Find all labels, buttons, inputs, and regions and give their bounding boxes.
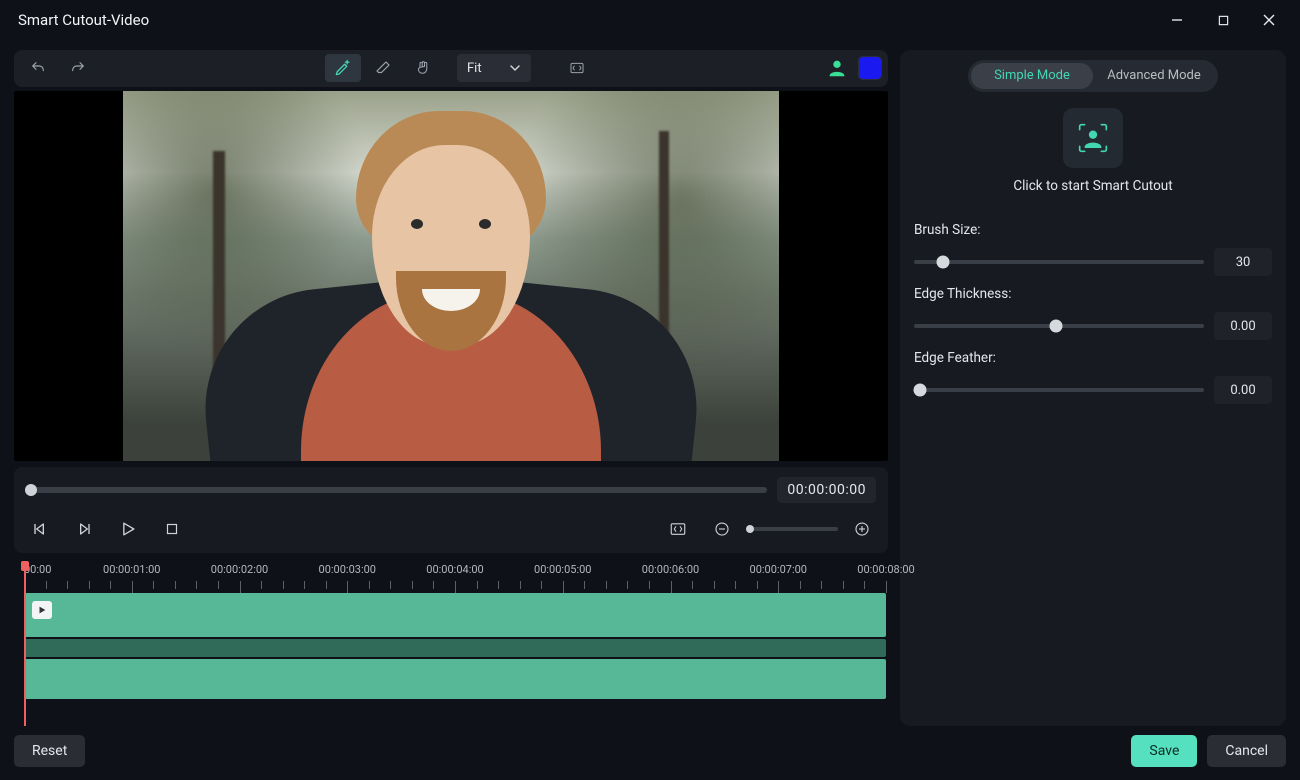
smart-cutout-start-button[interactable]	[1063, 108, 1123, 168]
video-clip[interactable]	[24, 593, 886, 637]
undo-icon	[29, 60, 47, 76]
compare-toggle[interactable]	[559, 54, 595, 82]
timeline-tracks	[24, 593, 886, 699]
subject-preview-badge[interactable]	[824, 55, 850, 81]
redo-button[interactable]	[60, 54, 96, 82]
clip-divider	[24, 639, 886, 657]
ruler-label: 00:00:05:00	[534, 563, 591, 576]
plus-circle-icon	[853, 520, 871, 538]
timeline[interactable]: 00:0000:00:01:0000:00:02:0000:00:03:0000…	[14, 563, 888, 726]
ruler-label: 00:00:02:00	[211, 563, 268, 576]
fit-screen-button[interactable]	[664, 515, 692, 543]
person-icon	[826, 57, 848, 79]
seek-bar[interactable]	[26, 487, 767, 493]
maximize-button[interactable]	[1202, 5, 1244, 35]
frame-forward-button[interactable]	[70, 515, 98, 543]
person-scan-icon	[1073, 118, 1113, 158]
zoom-out-button[interactable]	[708, 515, 736, 543]
eraser-icon	[374, 59, 392, 77]
properties-panel: Simple Mode Advanced Mode Click to start…	[900, 50, 1286, 726]
video-frame	[123, 91, 779, 461]
keep-brush-tool[interactable]	[325, 54, 361, 82]
brush-size-slider[interactable]	[914, 260, 1204, 264]
minimize-button[interactable]	[1156, 5, 1198, 35]
frame-forward-icon	[74, 519, 94, 539]
zoom-mode-label: Fit	[467, 61, 482, 76]
edge-thickness-slider[interactable]	[914, 324, 1204, 328]
edge-feather-label: Edge Feather:	[914, 350, 1272, 366]
zoom-slider[interactable]	[746, 527, 838, 531]
window-controls	[1156, 5, 1290, 35]
editor-toolbar: Fit	[14, 50, 888, 87]
minus-circle-icon	[713, 520, 731, 538]
smart-cutout-start-text: Click to start Smart Cutout	[1013, 178, 1172, 194]
video-preview[interactable]	[14, 91, 888, 461]
reset-button[interactable]: Reset	[14, 735, 85, 767]
zoom-mode-select[interactable]: Fit	[457, 54, 531, 82]
compare-icon	[568, 60, 586, 76]
clip-play-icon	[32, 601, 52, 619]
time-ruler[interactable]: 00:0000:00:01:0000:00:02:0000:00:03:0000…	[24, 563, 886, 593]
ruler-label: 00:00:03:00	[319, 563, 376, 576]
erase-brush-tool[interactable]	[365, 54, 401, 82]
edge-thickness-label: Edge Thickness:	[914, 286, 1272, 302]
edge-feather-slider[interactable]	[914, 388, 1204, 392]
titlebar: Smart Cutout-Video	[0, 0, 1300, 40]
edge-thickness-value[interactable]: 0.00	[1214, 312, 1272, 340]
fit-screen-icon	[668, 520, 688, 538]
mode-simple[interactable]: Simple Mode	[971, 63, 1093, 89]
brush-size-label: Brush Size:	[914, 222, 1272, 238]
frame-back-icon	[30, 519, 50, 539]
playback-panel: 00:00:00:00	[14, 467, 888, 553]
hand-icon	[414, 59, 432, 77]
chevron-down-icon	[509, 62, 521, 74]
window-title: Smart Cutout-Video	[18, 11, 149, 29]
cancel-button[interactable]: Cancel	[1207, 735, 1286, 767]
mode-toggle: Simple Mode Advanced Mode	[968, 60, 1218, 92]
playhead[interactable]	[24, 563, 26, 726]
ruler-label: 00:00:08:00	[857, 563, 914, 576]
zoom-controls	[708, 515, 876, 543]
ruler-label: 00:00:06:00	[642, 563, 699, 576]
undo-button[interactable]	[20, 54, 56, 82]
zoom-in-button[interactable]	[848, 515, 876, 543]
redo-icon	[69, 60, 87, 76]
close-button[interactable]	[1248, 5, 1290, 35]
footer: Reset Save Cancel	[0, 732, 1300, 780]
stop-icon	[163, 520, 181, 538]
audio-clip[interactable]	[24, 659, 886, 699]
ruler-label: 00:00:04:00	[426, 563, 483, 576]
timecode-display: 00:00:00:00	[777, 477, 876, 503]
frame-back-button[interactable]	[26, 515, 54, 543]
background-color-swatch[interactable]	[858, 56, 882, 80]
save-button[interactable]: Save	[1131, 735, 1197, 767]
play-button[interactable]	[114, 515, 142, 543]
pan-tool[interactable]	[405, 54, 441, 82]
stop-button[interactable]	[158, 515, 186, 543]
ruler-label: 00:00:07:00	[750, 563, 807, 576]
pencil-plus-icon	[333, 58, 353, 78]
edge-feather-value[interactable]: 0.00	[1214, 376, 1272, 404]
brush-size-value[interactable]: 30	[1214, 248, 1272, 276]
mode-advanced[interactable]: Advanced Mode	[1093, 63, 1215, 89]
ruler-label: 00:00:01:00	[103, 563, 160, 576]
play-icon	[118, 519, 138, 539]
